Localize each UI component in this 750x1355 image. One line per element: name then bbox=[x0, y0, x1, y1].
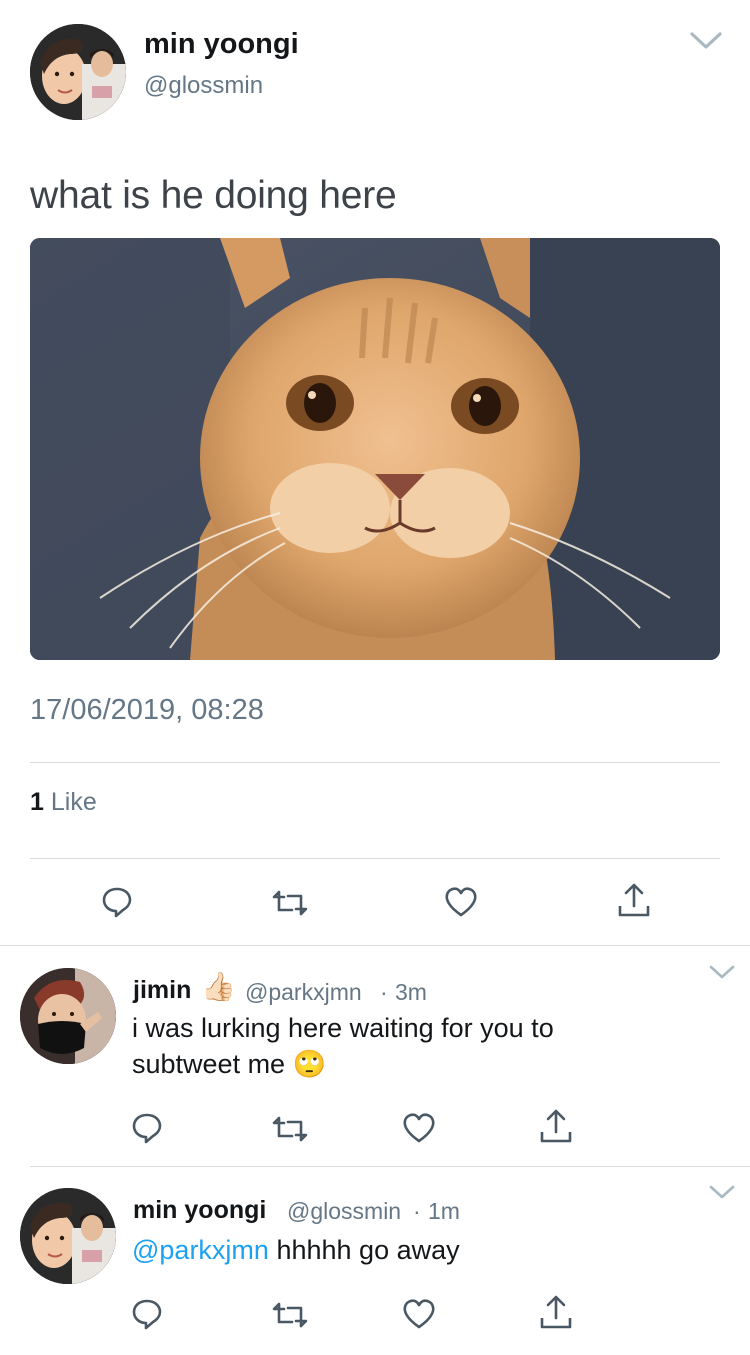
mention-link[interactable]: @parkxjmn bbox=[132, 1235, 269, 1265]
reply-icon[interactable] bbox=[101, 886, 133, 918]
eye-roll-emoji: 🙄 bbox=[292, 1049, 327, 1079]
meta-separator: · bbox=[380, 979, 388, 1005]
chevron-down-icon[interactable] bbox=[708, 1184, 736, 1200]
like-count-label: Like bbox=[50, 788, 97, 816]
likes-count-row[interactable]: 1 Like bbox=[30, 788, 97, 817]
heart-icon[interactable] bbox=[402, 1298, 436, 1330]
reply-text-line: i was lurking here waiting for you to bbox=[132, 1013, 554, 1043]
share-icon[interactable] bbox=[538, 1294, 574, 1330]
tweet-media-cat-photo[interactable] bbox=[30, 238, 720, 660]
meta-separator: · bbox=[413, 1198, 421, 1224]
author-display-name[interactable]: min yoongi bbox=[144, 28, 299, 61]
reply-author-display-name[interactable]: min yoongi bbox=[133, 1196, 266, 1225]
retweet-icon[interactable] bbox=[270, 1300, 310, 1330]
chevron-down-icon[interactable] bbox=[708, 964, 736, 980]
reply-author-handle[interactable]: @glossmin bbox=[287, 1198, 401, 1225]
author-avatar[interactable] bbox=[30, 24, 126, 120]
retweet-icon[interactable] bbox=[270, 1114, 310, 1144]
reply-author-display-name[interactable]: jimin bbox=[133, 976, 191, 1005]
divider bbox=[0, 945, 750, 946]
share-icon[interactable] bbox=[616, 882, 652, 918]
share-icon[interactable] bbox=[538, 1108, 574, 1144]
author-handle[interactable]: @glossmin bbox=[144, 72, 263, 100]
reply-author-avatar[interactable] bbox=[20, 1188, 116, 1284]
reply-text: @parkxjmn hhhhh go away bbox=[132, 1232, 460, 1268]
chevron-down-icon[interactable] bbox=[688, 28, 724, 52]
reply-text-fragment: hhhhh go away bbox=[276, 1235, 460, 1265]
thumbs-up-emoji-badge: 👍🏻 bbox=[201, 971, 236, 1002]
reply-text: i was lurking here waiting for you to su… bbox=[132, 1010, 554, 1082]
divider bbox=[30, 858, 720, 859]
like-count: 1 bbox=[30, 788, 44, 816]
heart-icon[interactable] bbox=[402, 1112, 436, 1144]
divider bbox=[30, 762, 720, 763]
reply-icon[interactable] bbox=[131, 1112, 163, 1144]
reply-relative-time[interactable]: 3m bbox=[395, 979, 427, 1006]
reply-text-fragment: subtweet me bbox=[132, 1049, 286, 1079]
tweet-timestamp[interactable]: 17/06/2019, 08:28 bbox=[30, 694, 264, 727]
tweet-text: what is he doing here bbox=[30, 174, 397, 217]
reply-relative-time[interactable]: 1m bbox=[428, 1198, 460, 1225]
retweet-icon[interactable] bbox=[270, 888, 310, 918]
divider bbox=[30, 1166, 750, 1167]
heart-icon[interactable] bbox=[444, 886, 478, 918]
reply-icon[interactable] bbox=[131, 1298, 163, 1330]
reply-text-line: subtweet me 🙄 bbox=[132, 1046, 554, 1082]
reply-author-avatar[interactable] bbox=[20, 968, 116, 1064]
reply-author-handle[interactable]: @parkxjmn bbox=[245, 979, 362, 1006]
